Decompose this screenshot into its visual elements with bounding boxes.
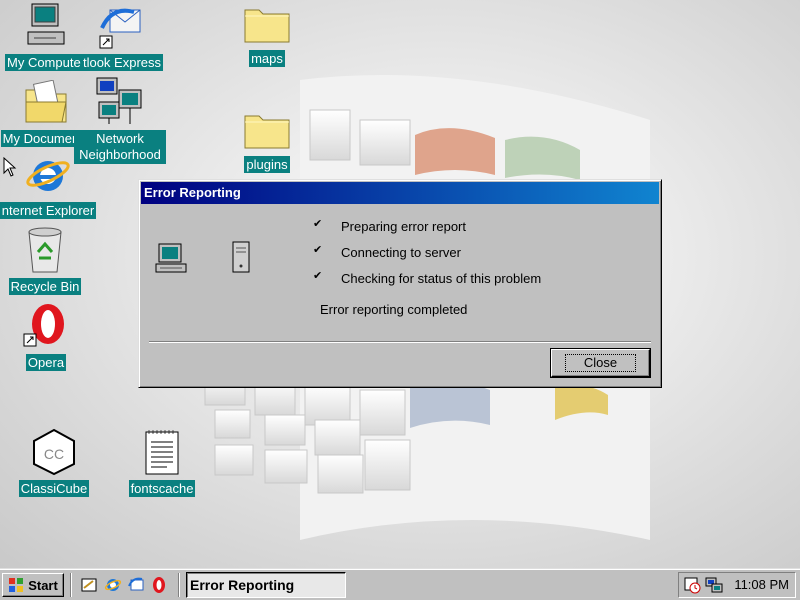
my-computer-icon (27, 3, 65, 45)
desktop-icon-label: Recycle Bin (8, 278, 82, 295)
internet-explorer-icon[interactable] (104, 576, 122, 594)
error-reporting-dialog: Error Reporting ✔ Preparing error report… (138, 179, 662, 388)
outlook-express-icon[interactable] (127, 576, 145, 594)
windows-logo-icon (9, 578, 24, 592)
dialog-title[interactable]: Error Reporting (141, 182, 659, 204)
text-document-icon (145, 430, 179, 475)
network-icon[interactable] (705, 576, 723, 594)
desktop-icon-label: tlook Express (80, 54, 164, 71)
desktop-icon-fontscache[interactable]: fontscache (124, 428, 200, 497)
scheduled-tasks-icon[interactable] (683, 576, 701, 594)
folder-icon (244, 115, 290, 149)
opera-icon[interactable] (150, 576, 168, 594)
taskbar-divider (178, 573, 180, 597)
taskbar-button-error-reporting[interactable]: Error Reporting (186, 572, 346, 598)
server-icon (232, 241, 250, 273)
classicube-icon: CC (33, 428, 75, 476)
desktop-icon-classicube[interactable]: CC ClassiCube (16, 428, 92, 497)
network-neighborhood-icon (96, 77, 142, 124)
desktop-icon-recycle-bin[interactable]: Recycle Bin (5, 226, 85, 295)
system-tray: 11:08 PM (678, 572, 796, 598)
desktop-icon-label: fontscache (128, 480, 196, 497)
desktop-icon-maps[interactable]: maps (239, 2, 295, 67)
svg-text:CC: CC (44, 446, 64, 462)
desktop-icon-label: Opera (25, 354, 67, 371)
close-button[interactable]: Close (550, 348, 651, 378)
outlook-express-icon (99, 8, 141, 49)
taskbar: Start Error Reporting 11:08 PM (0, 568, 800, 600)
internet-explorer-icon (26, 161, 70, 191)
desktop-icon-label: ClassiCube (18, 480, 90, 497)
mouse-cursor-icon (3, 157, 17, 177)
desktop-icon-outlook-express[interactable]: tlook Express (72, 2, 172, 71)
step-label: Connecting to server (341, 245, 461, 260)
opera-icon (23, 304, 64, 347)
checkmark-icon: ✔ (313, 218, 323, 230)
step-label: Checking for status of this problem (341, 271, 542, 286)
divider (149, 341, 651, 343)
clock[interactable]: 11:08 PM (734, 573, 789, 597)
desktop-icon-label: maps (249, 50, 285, 67)
checkmark-icon: ✔ (313, 270, 323, 282)
my-documents-folder-icon (25, 80, 67, 123)
start-button[interactable]: Start (2, 573, 64, 597)
show-desktop-icon[interactable] (80, 576, 98, 594)
close-button-label: Close (564, 354, 637, 372)
start-label: Start (28, 577, 58, 593)
desktop-icon-opera[interactable]: Opera (18, 302, 74, 371)
desktop-icon-label: plugins (244, 156, 290, 173)
recycle-bin-icon (28, 227, 62, 273)
step-label: Preparing error report (341, 219, 466, 234)
taskbar-divider (70, 573, 72, 597)
desktop-icon-network-neighborhood[interactable]: Network Neighborhood (74, 76, 166, 164)
status-message: Error reporting completed (320, 302, 468, 317)
computer-icon (155, 243, 187, 273)
folder-icon (244, 9, 290, 43)
desktop-icon-plugins[interactable]: plugins (239, 108, 295, 173)
desktop-icon-label: nternet Explorer (0, 202, 97, 219)
checkmark-icon: ✔ (313, 244, 323, 256)
